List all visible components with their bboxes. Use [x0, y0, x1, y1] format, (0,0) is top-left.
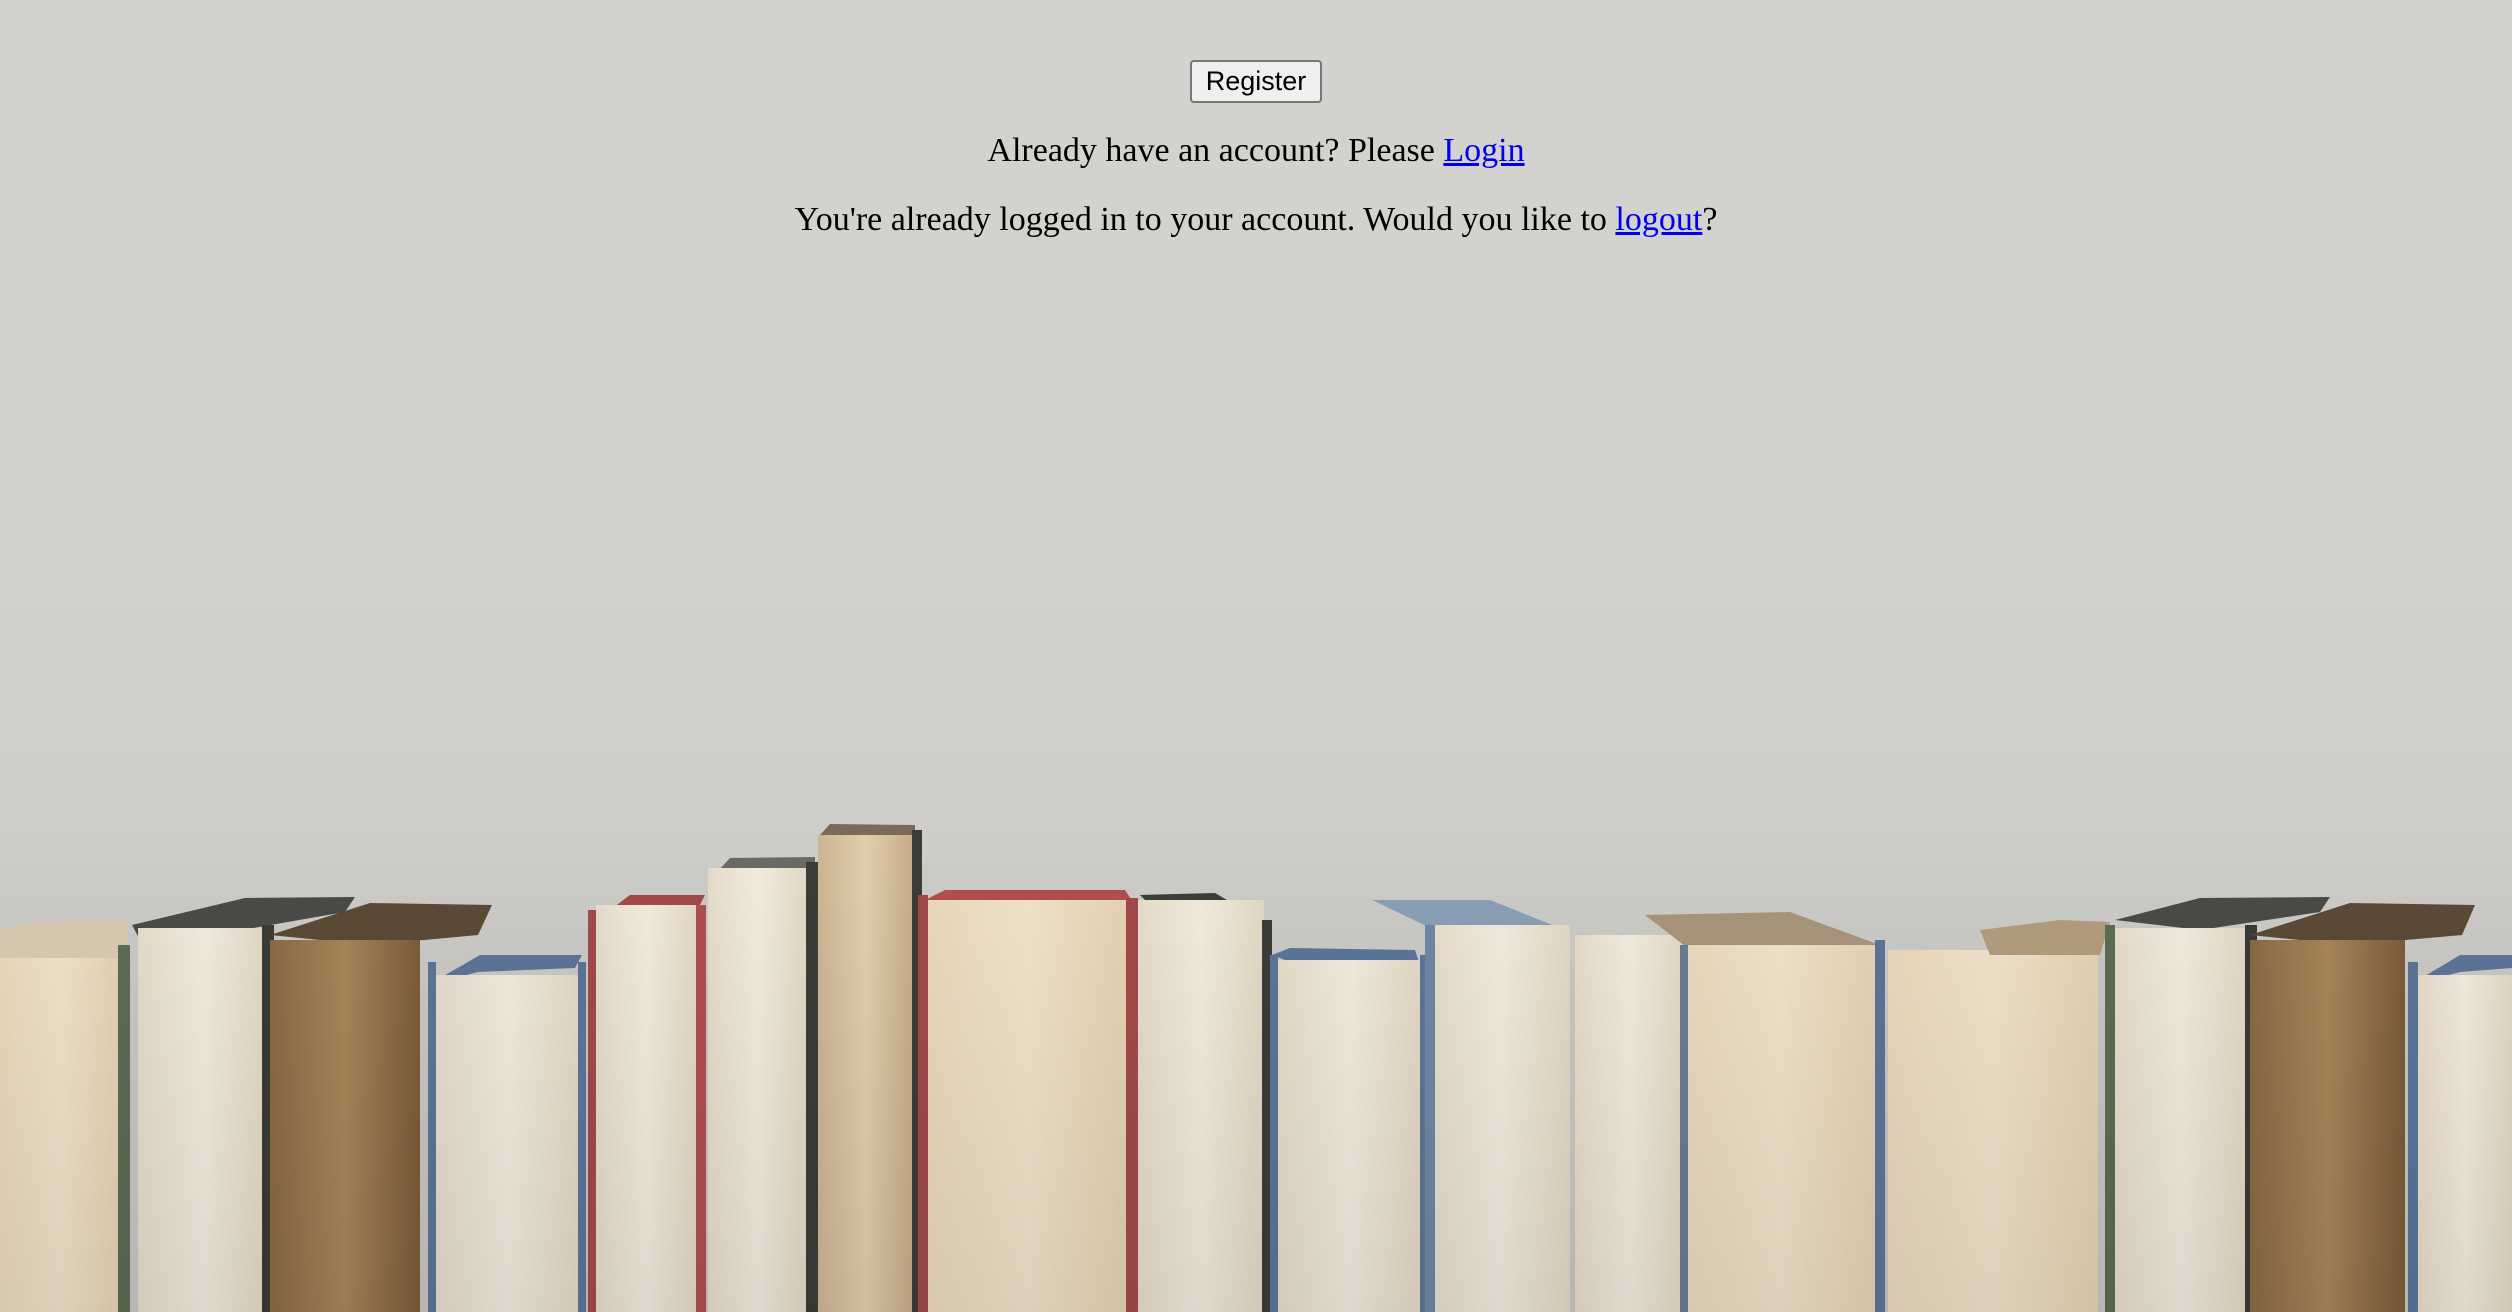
logout-link[interactable]: logout — [1615, 201, 1702, 238]
login-link[interactable]: Login — [1443, 132, 1524, 169]
logout-prompt-text: You're already logged in to your account… — [794, 200, 1616, 238]
main-content: Register Already have an account? Please… — [0, 0, 2512, 241]
login-prompt-text: Already have an account? Please — [987, 132, 1444, 170]
logout-prompt: You're already logged in to your account… — [0, 200, 2512, 241]
login-prompt: Already have an account? Please Login — [0, 131, 2512, 172]
register-button[interactable]: Register — [1189, 60, 1323, 104]
logout-prompt-suffix: ? — [1702, 200, 1718, 238]
